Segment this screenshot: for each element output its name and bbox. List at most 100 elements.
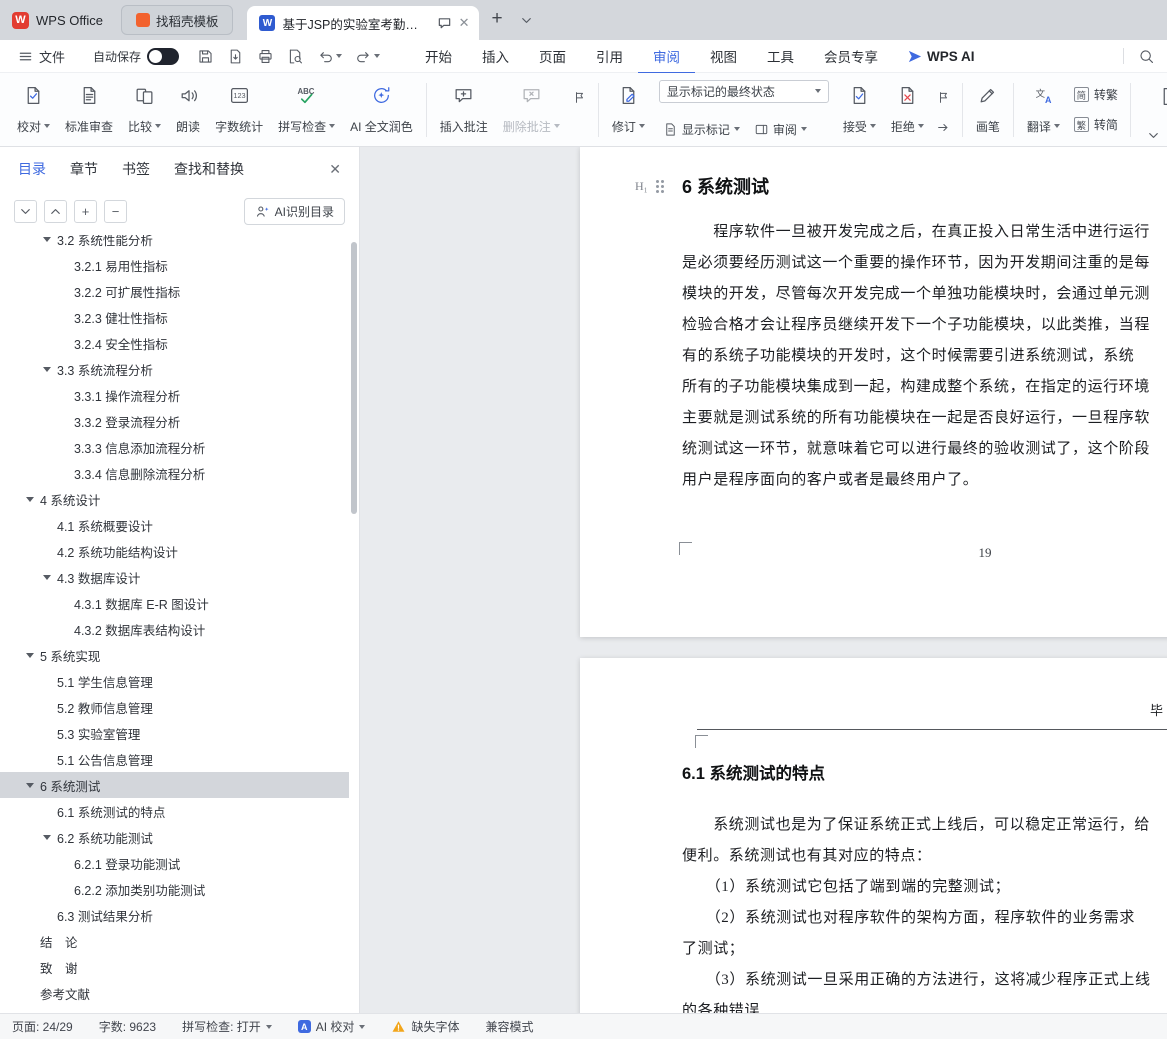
toc-item[interactable]: 4.1 系统概要设计 <box>0 512 349 538</box>
markup-state-select[interactable]: 显示标记的最终状态 <box>659 80 829 103</box>
wps-home-tab[interactable]: W WPS Office <box>0 0 121 40</box>
toc-item[interactable]: 6.2.1 登录功能测试 <box>0 850 349 876</box>
toc-expand-icon[interactable] <box>26 772 40 798</box>
toc-expand-icon[interactable] <box>43 235 57 252</box>
toc-item[interactable]: 5.1 公告信息管理 <box>0 746 349 772</box>
document-text-line[interactable]: 有的系统子功能模块的开发时，这个时候需要引进系统测试，系统 <box>682 341 1150 372</box>
standard-review-button[interactable]: 标准审查 <box>58 78 120 142</box>
traditional-to-simplified-button[interactable]: 繁 转简 <box>1074 116 1118 133</box>
menu-tab-reference[interactable]: 引用 <box>581 38 638 74</box>
insert-comment-button[interactable]: 插入批注 <box>433 78 495 142</box>
pen-button[interactable]: 画笔 <box>969 78 1007 142</box>
new-tab-button[interactable]: + <box>479 8 512 32</box>
document-text-line[interactable]: 模块的开发，尽管每次开发完成一个单独功能模块时，会通过单元测 <box>682 279 1150 310</box>
ai-detect-toc-button[interactable]: AI识别目录 <box>244 198 345 225</box>
spell-check-button[interactable]: ABC 拼写检查 <box>271 78 342 142</box>
toc-item[interactable]: 3.2.3 健壮性指标 <box>0 304 349 330</box>
compare-button[interactable]: 比较 <box>121 78 168 142</box>
show-markup-button[interactable]: 显示标记 <box>659 119 744 140</box>
template-tab[interactable]: 找稻壳模板 <box>121 5 234 35</box>
menu-tab-page[interactable]: 页面 <box>524 38 581 74</box>
section-heading[interactable]: 6.1 系统测试的特点 <box>682 760 825 784</box>
accept-revision-button[interactable]: 接受 <box>836 78 883 142</box>
drag-handle-icon[interactable] <box>656 180 659 183</box>
document-text-line[interactable]: 所有的子功能模块集成到一起，构建成整个系统，在指定的运行环境 <box>682 372 1150 403</box>
document-text-line[interactable]: 便利。系统测试也有其对应的特点： <box>682 841 1151 872</box>
word-count-indicator[interactable]: 字数: 9623 <box>99 1018 156 1035</box>
document-text-line[interactable]: 统测试这一环节，就意味着它可以进行最终的验收测试了，这个阶段 <box>682 434 1150 465</box>
undo-button[interactable] <box>317 48 342 65</box>
document-text-line[interactable]: （3）系统测试一旦采用正确的方法进行，这将减少程序正式上线 <box>682 965 1151 996</box>
sidebar-tab-bookmarks[interactable]: 书签 <box>122 159 150 179</box>
file-menu[interactable]: 文件 <box>12 47 71 66</box>
next-revision-button[interactable] <box>932 117 956 139</box>
toc-item[interactable]: 5 系统实现 <box>0 642 349 668</box>
document-tab[interactable]: W 基于JSP的实验室考勤管理平 ✕ <box>247 6 479 40</box>
export-button[interactable] <box>227 48 244 65</box>
toc-item[interactable]: 5.2 教师信息管理 <box>0 694 349 720</box>
chapter-heading[interactable]: 6 系统测试 <box>682 173 769 199</box>
word-count-button[interactable]: 123 字数统计 <box>208 78 270 142</box>
tab-close-icon[interactable]: ✕ <box>459 15 470 31</box>
ai-polish-button[interactable]: AI 全文润色 <box>343 78 420 142</box>
menu-tab-member[interactable]: 会员专享 <box>809 38 893 74</box>
document-text-line[interactable]: （2）系统测试也对程序软件的架构方面，程序软件的业务需求 <box>682 903 1151 934</box>
zoom-in-button[interactable]: + <box>74 200 97 223</box>
document-text-line[interactable]: 用户是程序面向的客户或者是最终用户了。 <box>682 465 1150 496</box>
toc-item[interactable]: 5.1 学生信息管理 <box>0 668 349 694</box>
menu-tab-home[interactable]: 开始 <box>410 38 467 74</box>
toc-item[interactable]: 4.2 系统功能结构设计 <box>0 538 349 564</box>
document-text-line[interactable]: 检验合格才会让程序员继续开发下一个子功能模块，以此类推，当程 <box>682 310 1150 341</box>
resolve-comment-button[interactable] <box>568 87 592 109</box>
previous-revision-button[interactable] <box>932 87 956 109</box>
toc-item[interactable]: 3.2.1 易用性指标 <box>0 252 349 278</box>
document-text-line[interactable]: 程序软件一旦被开发完成之后，在真正投入日常生活中进行运行 <box>682 217 1150 248</box>
ai-proofread-status[interactable]: A AI 校对 <box>298 1018 366 1035</box>
comment-bubble-icon[interactable] <box>437 16 452 31</box>
review-pane-button[interactable]: 审阅 <box>750 119 811 140</box>
zoom-out-button[interactable]: − <box>104 200 127 223</box>
document-text-line[interactable]: 的各种错误. <box>682 996 1151 1013</box>
print-button[interactable] <box>257 48 274 65</box>
toc-item[interactable]: 3.2.4 安全性指标 <box>0 330 349 356</box>
toc-item[interactable]: 4 系统设计 <box>0 486 349 512</box>
toc-item[interactable]: 4.3.1 数据库 E-R 图设计 <box>0 590 349 616</box>
search-button[interactable] <box>1138 48 1155 65</box>
toc-item[interactable]: 4.3 数据库设计 <box>0 564 349 590</box>
document-text-line[interactable]: 系统测试也是为了保证系统正式上线后，可以稳定正常运行，给 <box>682 810 1151 841</box>
toc-item[interactable]: 4.3.2 数据库表结构设计 <box>0 616 349 642</box>
collapse-all-button[interactable] <box>44 200 67 223</box>
sidebar-scrollbar-thumb[interactable] <box>351 242 357 514</box>
document-page-19[interactable]: H₁ 6 系统测试 程序软件一旦被开发完成之后，在真正投入日常生活中进行运行是必… <box>580 147 1167 637</box>
redo-button[interactable] <box>355 48 380 65</box>
toc-item[interactable]: 致 谢 <box>0 954 349 980</box>
document-text-line[interactable]: 了测试； <box>682 934 1151 965</box>
delete-comment-button[interactable]: 删除批注 <box>496 78 567 142</box>
wps-ai-menu[interactable]: WPS AI <box>907 49 975 64</box>
toc-item[interactable]: 3.3.4 信息删除流程分析 <box>0 460 349 486</box>
sidebar-tab-contents[interactable]: 目录 <box>18 159 46 179</box>
toc-expand-icon[interactable] <box>26 486 40 512</box>
toc-item[interactable]: 6.1 系统测试的特点 <box>0 798 349 824</box>
read-aloud-button[interactable]: 朗读 <box>169 78 207 142</box>
toc-item[interactable]: 6.2 系统功能测试 <box>0 824 349 850</box>
menu-tab-review[interactable]: 审阅 <box>638 38 695 74</box>
document-text-line[interactable]: 是必须要经历测试这一个重要的操作环节，因为开发期间注重的是每 <box>682 248 1150 279</box>
toc-expand-icon[interactable] <box>43 824 57 850</box>
spell-check-status[interactable]: 拼写检查: 打开 <box>182 1018 272 1035</box>
toc-item[interactable]: 3.3 系统流程分析 <box>0 356 349 382</box>
toc-item[interactable]: 5.3 实验室管理 <box>0 720 349 746</box>
document-page-20[interactable]: 毕 6.1 系统测试的特点 系统测试也是为了保证系统正式上线后，可以稳定正常运行… <box>580 658 1167 1013</box>
menu-tab-insert[interactable]: 插入 <box>467 38 524 74</box>
toc-item[interactable]: 3.3.2 登录流程分析 <box>0 408 349 434</box>
tab-list-chevron-icon[interactable] <box>513 13 540 28</box>
document-text-line[interactable]: （1）系统测试它包括了端到端的完整测试； <box>682 872 1151 903</box>
toc-item[interactable]: 3.3.1 操作流程分析 <box>0 382 349 408</box>
toc-expand-icon[interactable] <box>43 564 57 590</box>
toc-item[interactable]: 6.3 测试结果分析 <box>0 902 349 928</box>
toc-expand-icon[interactable] <box>43 356 57 382</box>
track-changes-button[interactable]: 修订 <box>605 78 652 142</box>
toc-item[interactable]: 3.2.2 可扩展性指标 <box>0 278 349 304</box>
sidebar-close-icon[interactable]: ✕ <box>329 161 341 178</box>
toc-item[interactable]: 参考文献 <box>0 980 349 1006</box>
